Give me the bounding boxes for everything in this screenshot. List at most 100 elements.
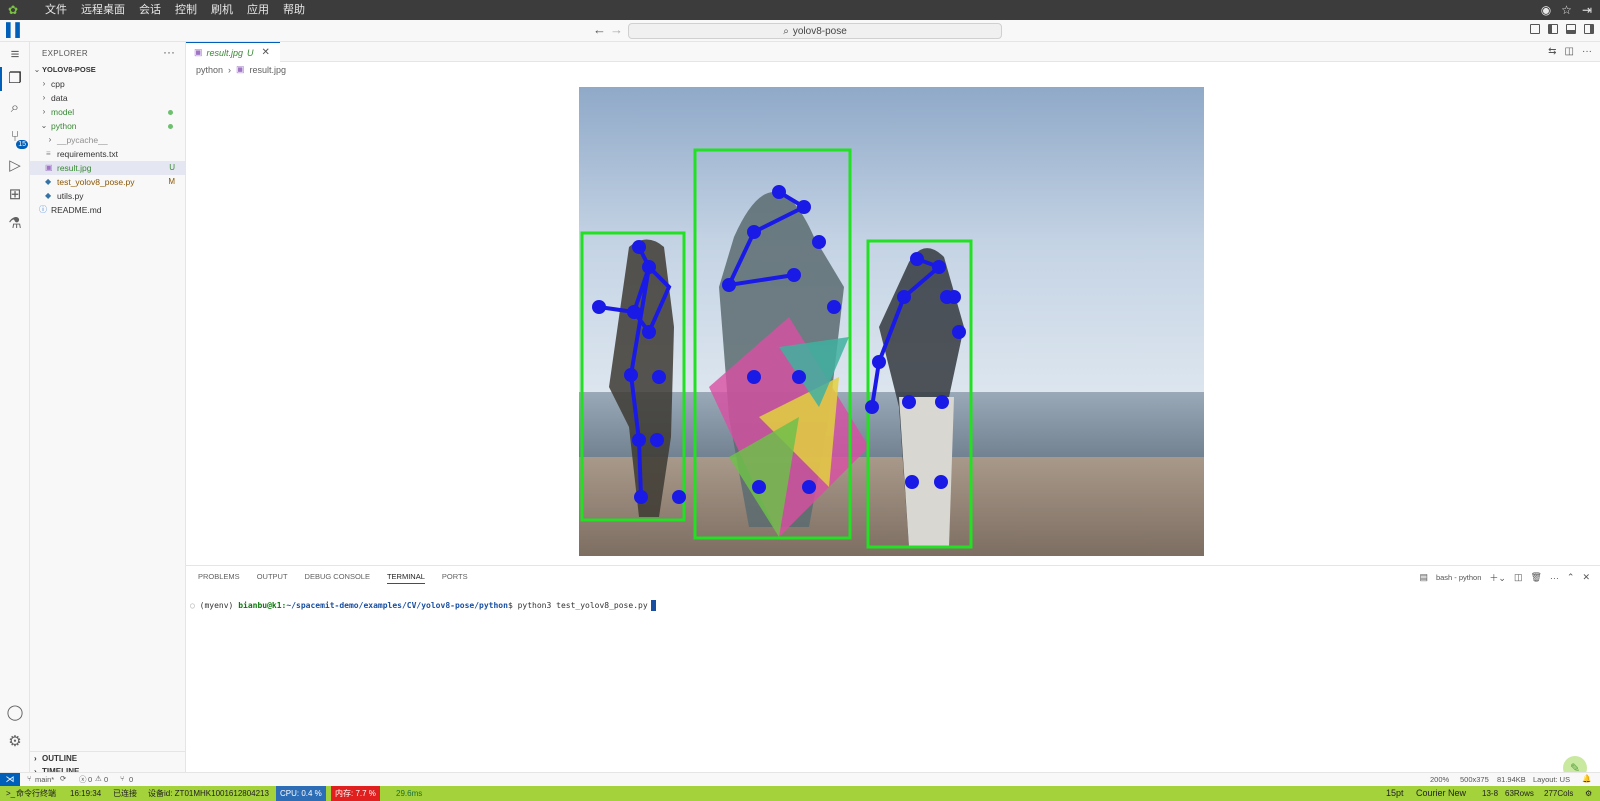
terminal-icon: >_ xyxy=(6,789,16,798)
rows-count: 63Rows xyxy=(1505,789,1534,798)
tab-debug-console[interactable]: DEBUG CONSOLE xyxy=(305,572,370,584)
latency: 29.6ms xyxy=(396,789,423,798)
folder-cpp[interactable]: › cpp xyxy=(30,77,185,91)
user-avatar-icon[interactable]: ◉ xyxy=(1541,3,1551,17)
sync-icon[interactable]: ⟳ xyxy=(60,774,66,783)
prompt-path: ~/spacemit-demo/examples/CV/yolov8-pose/… xyxy=(286,601,508,610)
testing-icon[interactable]: ⚗ xyxy=(6,215,24,233)
ports-count[interactable]: 0 xyxy=(129,775,133,784)
source-control-icon[interactable]: ⑂ 15 xyxy=(6,128,28,149)
extensions-icon[interactable]: ⊞ xyxy=(6,186,24,204)
connection-status: 已连接 xyxy=(113,789,137,798)
warning-count[interactable]: 0 xyxy=(104,775,108,784)
terminal-name[interactable]: bash - python xyxy=(1436,573,1481,582)
keyboard-layout[interactable]: Layout: US xyxy=(1533,775,1570,784)
remote-icon[interactable]: ⋊ xyxy=(0,773,20,787)
tab-output[interactable]: OUTPUT xyxy=(257,572,288,584)
menu-control[interactable]: 控制 xyxy=(168,0,204,20)
file-test-yolov8-pose[interactable]: ◆ test_yolov8_pose.py M xyxy=(30,175,185,189)
terminal-output[interactable]: ○ (myenv) bianbu@k1:~/spacemit-demo/exam… xyxy=(190,600,656,611)
folder-python[interactable]: ⌄ python xyxy=(30,119,185,133)
memory-usage: 内存: 7.7 % xyxy=(331,786,380,801)
branch-icon: ⑂ xyxy=(27,774,32,783)
toggle-sidebar-icon[interactable] xyxy=(1548,24,1558,34)
zoom-level[interactable]: 200% xyxy=(1430,775,1449,784)
tab-terminal[interactable]: TERMINAL xyxy=(386,572,425,584)
menu-apps[interactable]: 应用 xyxy=(240,0,276,20)
device-id: 设备id: ZT01MHK1001612804213 xyxy=(148,789,269,798)
chevron-down-icon: ⌄ xyxy=(33,65,41,74)
remote-menu-bar: ✿ 文件 远程桌面 会话 控制 刷机 应用 帮助 ◉ ☆ ⇥ xyxy=(0,0,1600,20)
accounts-icon[interactable]: ◯ xyxy=(6,704,24,722)
branch-name[interactable]: main* xyxy=(35,775,54,784)
prompt-env: (myenv) xyxy=(199,601,234,610)
outline-section[interactable]: › OUTLINE xyxy=(30,751,185,765)
forward-arrow-icon[interactable]: → xyxy=(610,22,623,37)
trash-icon[interactable]: 🗑 xyxy=(1530,572,1541,583)
new-terminal-icon[interactable]: ＋⌄ xyxy=(1489,571,1506,584)
scm-badge: 15 xyxy=(16,140,28,149)
chevron-right-icon: › xyxy=(42,107,46,116)
tab-label: result.jpg xyxy=(206,47,244,58)
image-file-icon: ▣ xyxy=(45,163,53,172)
info-file-icon: ⓘ xyxy=(39,205,47,214)
tab-result-jpg[interactable]: ▣ result.jpg U ✕ xyxy=(186,42,280,62)
modified-badge: M xyxy=(168,177,175,186)
more-actions-icon[interactable]: ··· xyxy=(1582,46,1592,57)
file-utils[interactable]: ◆ utils.py xyxy=(30,189,185,203)
ports-icon: ⑂ xyxy=(120,774,125,783)
toggle-secondary-sidebar-icon[interactable] xyxy=(1584,24,1594,34)
settings-icon[interactable]: ⚙ xyxy=(1585,786,1592,801)
toggle-panel-icon[interactable] xyxy=(1566,24,1576,34)
result-image-preview xyxy=(579,87,1204,556)
exit-icon[interactable]: ⇥ xyxy=(1582,3,1592,17)
tab-problems[interactable]: PROBLEMS xyxy=(198,572,240,584)
menu-session[interactable]: 会话 xyxy=(132,0,168,20)
split-terminal-icon[interactable]: ◫ xyxy=(1514,572,1523,583)
open-changes-icon[interactable]: ⇆ xyxy=(1548,46,1556,57)
settings-gear-icon[interactable]: ⚙ xyxy=(6,733,24,751)
run-debug-icon[interactable]: ▷ xyxy=(6,157,24,175)
star-icon[interactable]: ☆ xyxy=(1561,3,1572,17)
menu-flash[interactable]: 刷机 xyxy=(204,0,240,20)
terminal-icon: ▤ xyxy=(1419,572,1428,582)
font-size[interactable]: 15pt xyxy=(1386,786,1404,801)
more-actions-icon[interactable]: ··· xyxy=(163,45,175,59)
menu-remote-desktop[interactable]: 远程桌面 xyxy=(74,0,132,20)
search-text: yolov8-pose xyxy=(792,25,847,37)
terminal-label[interactable]: 命令行终端 xyxy=(16,786,56,801)
close-panel-icon[interactable]: ✕ xyxy=(1582,572,1590,583)
menu-hamburger-icon[interactable]: ≡ xyxy=(6,46,24,64)
file-readme[interactable]: ⓘ README.md xyxy=(30,203,185,217)
tab-ports[interactable]: PORTS xyxy=(442,572,468,584)
file-result-jpg[interactable]: ▣ result.jpg U xyxy=(30,161,185,175)
circle-icon: ○ xyxy=(190,601,195,610)
command-center-search[interactable]: ⌕ yolov8-pose xyxy=(628,23,1002,39)
menu-help[interactable]: 帮助 xyxy=(276,0,312,20)
error-count[interactable]: 0 xyxy=(88,775,92,784)
workspace-root[interactable]: ⌄ YOLOV8-POSE xyxy=(30,63,185,77)
chevron-right-icon: › xyxy=(228,64,232,75)
explorer-icon[interactable]: ❐ xyxy=(6,70,24,88)
menu-file[interactable]: 文件 xyxy=(38,0,74,20)
folder-model[interactable]: › model xyxy=(30,105,185,119)
folder-data[interactable]: › data xyxy=(30,91,185,105)
change-dot-icon xyxy=(168,124,173,129)
back-arrow-icon[interactable]: ← xyxy=(593,22,606,37)
warning-icon: ⚠ xyxy=(95,774,102,783)
file-requirements[interactable]: ≡ requirements.txt xyxy=(30,147,185,161)
maximize-panel-icon[interactable]: ⌃ xyxy=(1567,572,1575,583)
breadcrumb-file[interactable]: result.jpg xyxy=(250,65,287,75)
change-dot-icon xyxy=(168,110,173,115)
tab-status: U xyxy=(247,47,254,58)
font-name[interactable]: Courier New xyxy=(1416,786,1466,801)
close-icon[interactable]: ✕ xyxy=(262,47,270,58)
split-editor-icon[interactable]: ◫ xyxy=(1565,46,1574,57)
bell-icon[interactable]: 🔔 xyxy=(1582,774,1591,783)
more-actions-icon[interactable]: ··· xyxy=(1550,573,1559,583)
search-icon[interactable]: ⌕ xyxy=(6,99,24,117)
folder-pycache[interactable]: › __pycache__ xyxy=(30,133,185,147)
customize-layout-icon[interactable] xyxy=(1530,24,1540,34)
terminal-command: python3 test_yolov8_pose.py xyxy=(517,601,648,610)
breadcrumb-folder[interactable]: python xyxy=(196,65,223,75)
